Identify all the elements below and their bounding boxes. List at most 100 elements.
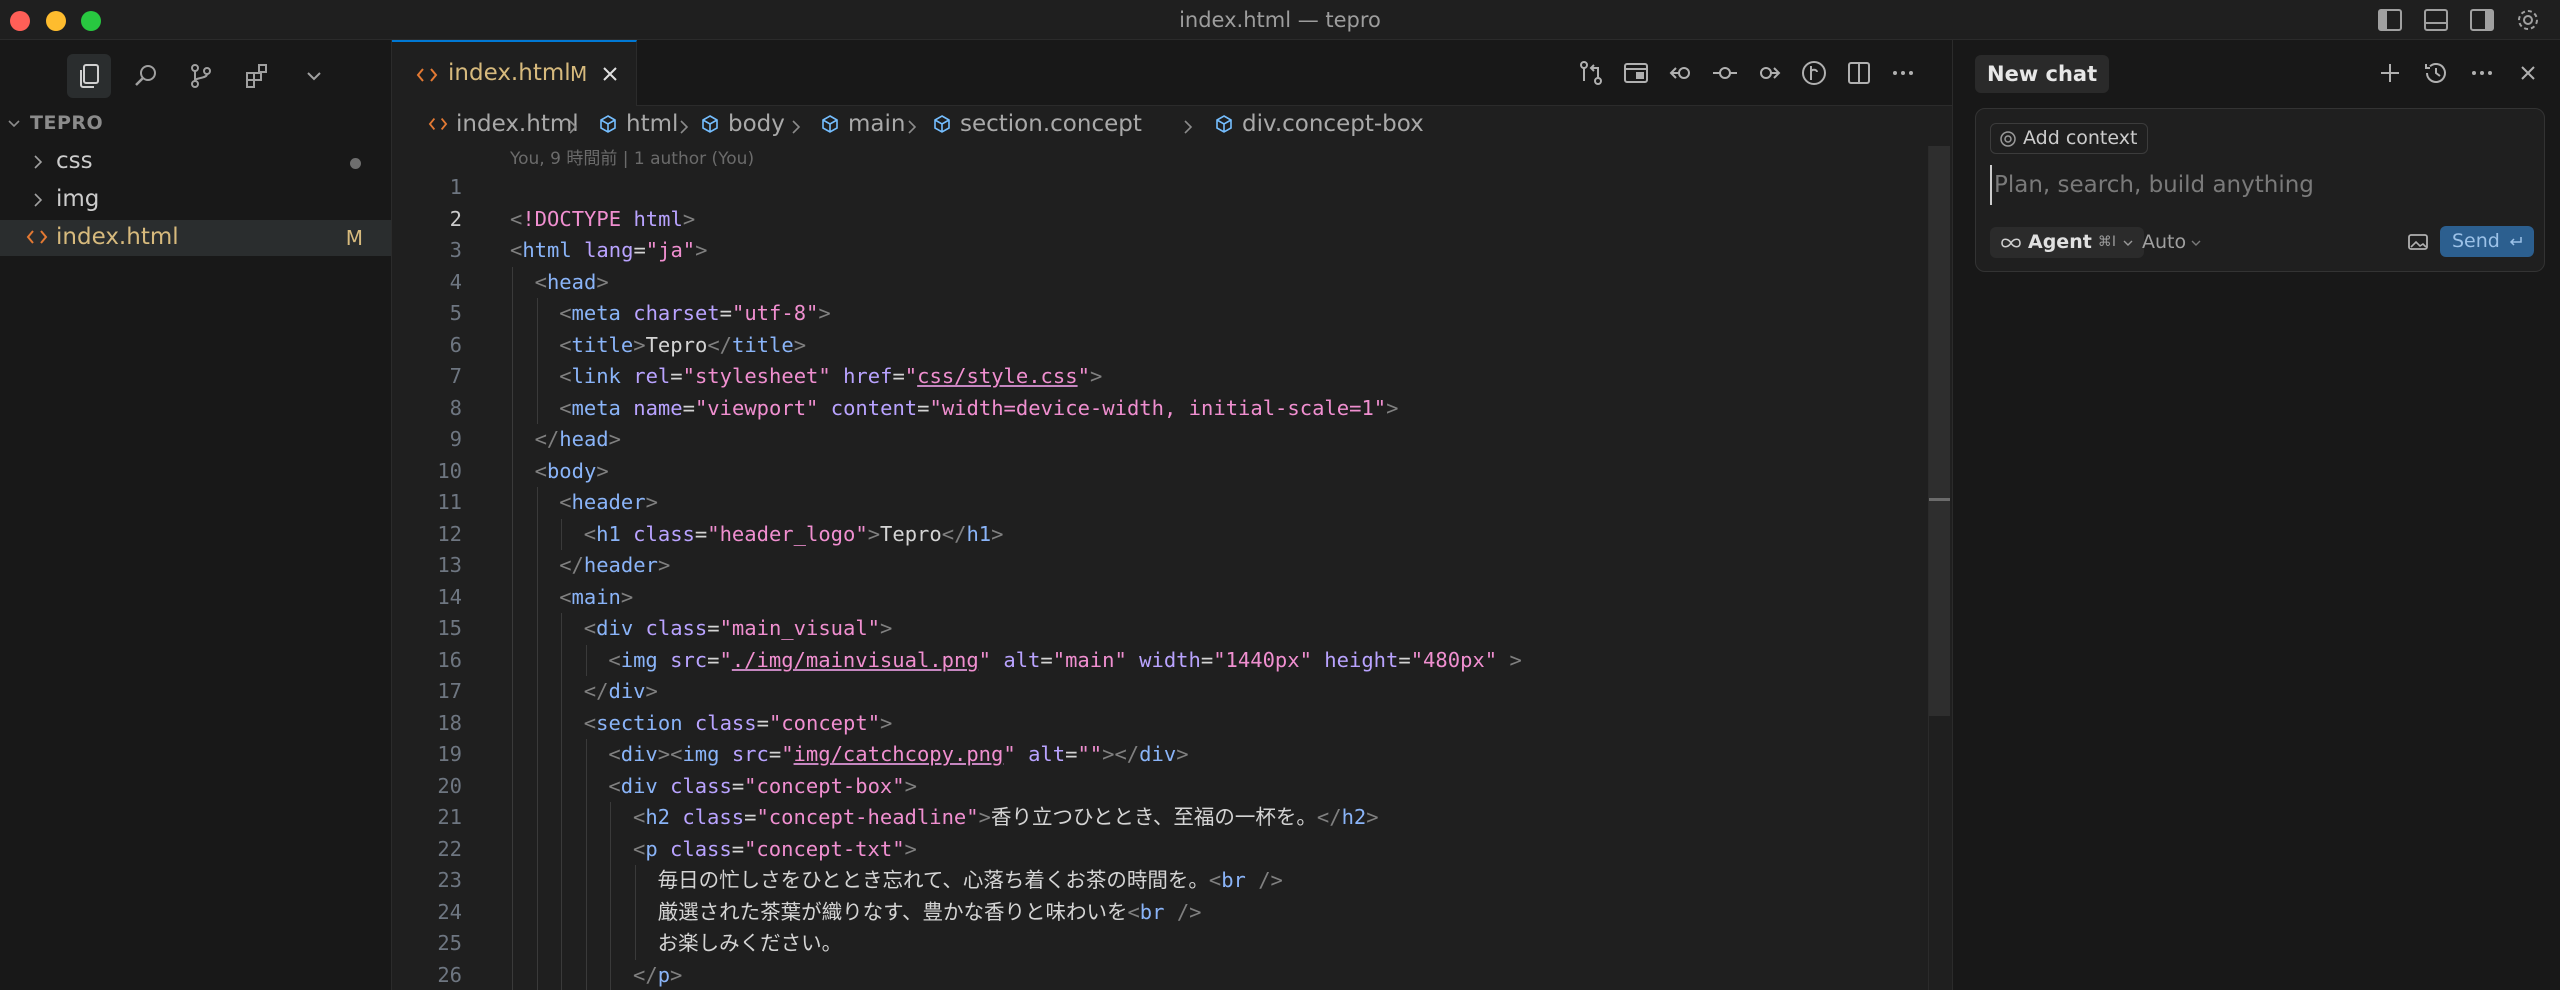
code-text: <header> <box>559 487 658 519</box>
tab-close-icon[interactable] <box>600 64 620 84</box>
code-line[interactable]: 10 <body> <box>392 455 1932 487</box>
explorer-sidebar: TEPRO css img index.html M <box>0 40 392 990</box>
toggle-primary-sidebar-icon[interactable] <box>2376 6 2404 34</box>
git-graph-icon[interactable] <box>1799 58 1829 88</box>
code-token: title <box>732 332 794 357</box>
toggle-panel-icon[interactable] <box>2422 6 2450 34</box>
attach-image-icon[interactable] <box>2404 229 2434 257</box>
chevron-right-icon <box>30 153 46 171</box>
code-line[interactable]: 20 <div class="concept-box"> <box>392 770 1932 802</box>
chat-tab-new-chat[interactable]: New chat <box>1975 55 2110 93</box>
code-line[interactable]: 3 <html lang="ja"> <box>392 235 1932 267</box>
source-control-view-button[interactable] <box>179 54 223 98</box>
code-line[interactable]: 11 <header> <box>392 487 1932 519</box>
code-line[interactable]: 5 <meta charset="utf-8"> <box>392 298 1932 330</box>
code-token: "main_visual" <box>719 616 881 640</box>
code-line[interactable]: 15 <div class="main_visual"> <box>392 613 1932 645</box>
line-number: 17 <box>437 679 462 703</box>
breadcrumb-item-div-concept-box[interactable]: div.concept-box <box>1214 111 1424 137</box>
code-token: = <box>1040 647 1053 672</box>
code-line[interactable]: 13 </header> <box>392 550 1932 582</box>
code-line[interactable]: 26 </p> <box>392 959 1932 990</box>
line-number: 18 <box>437 710 462 735</box>
code-token: > <box>695 238 708 262</box>
code-line[interactable]: 7 <link rel="stylesheet" href="css/style.… <box>392 361 1932 393</box>
chat-history-icon[interactable] <box>2421 58 2451 88</box>
go-back-commit-icon[interactable] <box>1666 58 1696 88</box>
close-chat-icon[interactable] <box>2513 58 2543 88</box>
code-line[interactable]: 24 厳選された茶葉が織りなす、豊かな香りと味わいを<br /> <box>392 896 1932 928</box>
extensions-view-button[interactable] <box>235 54 279 98</box>
code-token: お楽しみください。 <box>657 931 843 955</box>
open-preview-icon[interactable] <box>1621 58 1651 88</box>
new-chat-plus-icon[interactable] <box>2375 58 2405 88</box>
indent-guide <box>512 455 513 487</box>
agent-mode-select[interactable]: Agent ⌘I <box>1990 227 2144 258</box>
explorer-view-button[interactable] <box>67 54 111 98</box>
code-token[interactable]: css/style.css <box>917 364 1077 388</box>
add-context-button[interactable]: Add context <box>1990 123 2149 154</box>
chat-input[interactable] <box>1990 165 2530 205</box>
code-line[interactable]: 18 <section class="concept"> <box>392 707 1932 739</box>
breadcrumb-item-section-concept[interactable]: section.concept <box>932 111 1142 137</box>
code-token[interactable]: img/catchcopy.png <box>794 742 1004 766</box>
indent-guide <box>561 613 563 645</box>
indent-guide <box>512 266 513 298</box>
breadcrumb-item-file[interactable]: index.html <box>428 111 579 137</box>
breadcrumb-item-body[interactable]: body <box>700 111 785 137</box>
code-line[interactable]: 21 <h2 class="concept-headline">香り立つひととき、… <box>392 802 1932 834</box>
send-button[interactable]: Send <box>2440 226 2534 257</box>
code-token: h1 <box>966 521 992 546</box>
code-line[interactable]: 23 毎日の忙しさをひととき忘れて、心落ち着くお茶の時間を。<br /> <box>392 865 1932 897</box>
code-line[interactable]: 19 <div><img src="img/catchcopy.png" alt=… <box>392 739 1932 771</box>
commit-icon[interactable] <box>1710 58 1740 88</box>
line-number: 21 <box>437 805 462 829</box>
open-changes-icon[interactable] <box>1576 58 1606 88</box>
code-token: > <box>978 805 991 829</box>
code-line[interactable]: 25 お楽しみください。 <box>392 928 1932 960</box>
breadcrumb-item-html[interactable]: html <box>598 111 678 137</box>
code-token: "concept-box" <box>744 773 905 798</box>
tree-file-index-html[interactable]: index.html M <box>0 220 391 256</box>
code-line[interactable]: 4 <head> <box>392 266 1932 298</box>
code-editor[interactable]: 1 2 <!DOCTYPE html> 3 <html lang="ja"> 4 <head… <box>392 172 1932 990</box>
code-line[interactable]: 1 <box>392 172 1932 204</box>
tree-folder-css[interactable]: css <box>0 144 391 180</box>
line-number: 15 <box>437 616 462 640</box>
symbol-cube-icon <box>934 115 950 133</box>
tab-index-html[interactable]: index.html M <box>392 40 637 106</box>
code-token: </ <box>633 962 658 987</box>
html-file-icon <box>416 65 438 85</box>
code-line[interactable]: 16 <img src="./img/mainvisual.png" alt="m… <box>392 644 1932 676</box>
code-token: > <box>904 836 917 861</box>
code-line[interactable]: 12 <h1 class="header_logo">Tepro</h1> <box>392 518 1932 550</box>
more-views-button[interactable] <box>292 54 336 98</box>
split-editor-icon[interactable] <box>1844 58 1874 88</box>
code-line[interactable]: 14 <main> <box>392 581 1932 613</box>
search-view-button[interactable] <box>124 54 168 98</box>
explorer-section-title[interactable]: TEPRO <box>30 112 103 134</box>
code-line[interactable]: 8 <meta name="viewport" content="width=de… <box>392 392 1932 424</box>
code-line[interactable]: 22 <p class="concept-txt"> <box>392 833 1932 865</box>
code-token: > <box>793 332 807 357</box>
settings-gear-icon[interactable] <box>2514 6 2542 34</box>
more-actions-icon[interactable] <box>1888 58 1918 88</box>
indent-guide <box>585 865 587 897</box>
chat-more-actions-icon[interactable] <box>2467 58 2497 88</box>
editor-scrollbar-thumb[interactable] <box>1929 146 1950 716</box>
code-line[interactable]: 2 <!DOCTYPE html> <box>392 204 1932 236</box>
breadcrumb-item-main[interactable]: main <box>820 111 905 137</box>
code-line[interactable]: 17 </div> <box>392 676 1932 708</box>
code-line[interactable]: 9 </head> <box>392 424 1932 456</box>
code-line[interactable]: 6 <title>Tepro</title> <box>392 329 1932 361</box>
model-select[interactable]: Auto <box>2142 227 2202 258</box>
toggle-secondary-sidebar-icon[interactable] <box>2468 6 2496 34</box>
code-lens-blame[interactable]: You, 9 時間前 | 1 author (You) <box>510 144 754 169</box>
code-token[interactable]: ./img/mainvisual.png <box>732 648 979 672</box>
code-token: > <box>657 553 671 577</box>
go-forward-commit-icon[interactable] <box>1754 58 1784 88</box>
tree-folder-img[interactable]: img <box>0 182 391 218</box>
